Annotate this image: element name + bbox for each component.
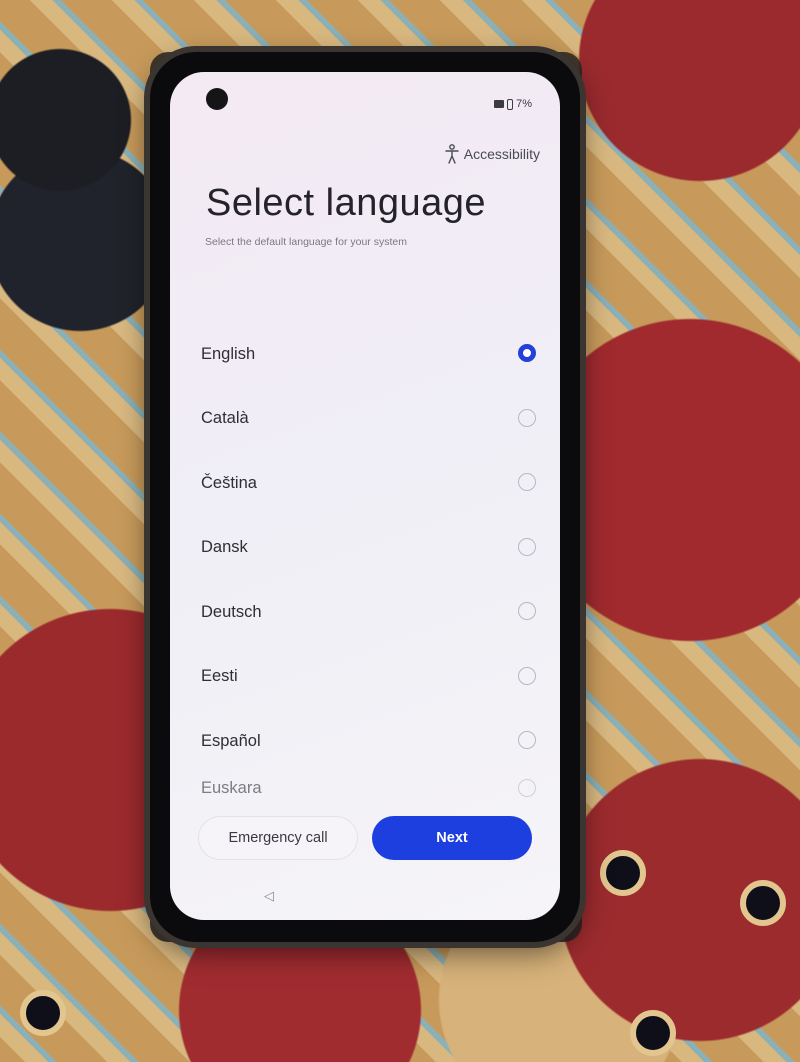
language-option-euskara[interactable]: Euskara (196, 774, 546, 804)
sim-icon (494, 100, 505, 108)
language-label: Euskara (201, 779, 262, 797)
language-list: English Català Čeština Dansk Deutsch Ees… (196, 322, 546, 804)
language-option-deutsch[interactable]: Deutsch (196, 580, 546, 645)
radio-selected[interactable] (518, 344, 536, 363)
fabric-dot (600, 850, 646, 896)
language-label: English (201, 344, 256, 363)
fabric-dot (630, 1010, 676, 1056)
page-title: Select language (206, 182, 487, 224)
language-option-espanol[interactable]: Español (196, 709, 546, 774)
radio-unselected[interactable] (518, 666, 536, 685)
radio-unselected[interactable] (518, 731, 536, 750)
battery-level: 7% (516, 98, 532, 110)
page-subtitle: Select the default language for your sys… (205, 236, 407, 248)
language-option-cestina[interactable]: Čeština (196, 451, 546, 516)
language-option-eesti[interactable]: Eesti (196, 645, 546, 710)
language-label: Español (201, 731, 261, 750)
radio-unselected[interactable] (518, 778, 536, 797)
language-option-dansk[interactable]: Dansk (196, 516, 546, 581)
radio-unselected[interactable] (518, 473, 536, 492)
status-bar: 7% (494, 98, 532, 110)
language-option-english[interactable]: English (196, 322, 546, 387)
fabric-dot (740, 880, 786, 926)
fabric-dot (20, 990, 66, 1036)
language-label: Català (201, 409, 249, 428)
language-label: Dansk (201, 538, 248, 557)
setup-screen: 7% Accessibility Select language Select … (170, 72, 560, 920)
radio-unselected[interactable] (518, 537, 536, 556)
next-button[interactable]: Next (372, 816, 532, 860)
language-option-catala[interactable]: Català (196, 387, 546, 452)
radio-unselected[interactable] (518, 602, 536, 621)
radio-unselected[interactable] (518, 408, 536, 427)
accessibility-label: Accessibility (463, 146, 540, 162)
language-label: Deutsch (201, 602, 262, 621)
action-bar: Emergency call Next (198, 816, 532, 860)
back-nav-icon[interactable]: ◁ (264, 888, 274, 904)
front-camera (206, 88, 228, 110)
emergency-call-button[interactable]: Emergency call (198, 816, 358, 860)
language-label: Čeština (201, 473, 257, 492)
language-label: Eesti (201, 667, 238, 686)
accessibility-link[interactable]: Accessibility (445, 144, 540, 164)
battery-icon (507, 98, 514, 110)
accessibility-icon (445, 144, 459, 164)
